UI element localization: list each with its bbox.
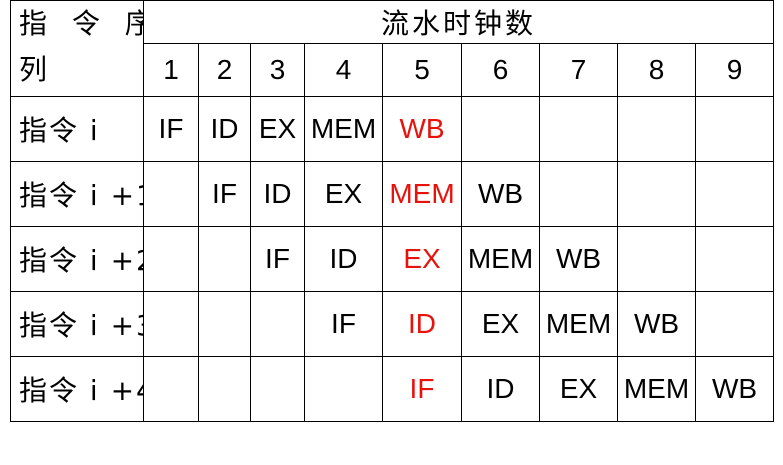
table-row: 指令 i IF ID EX MEM WB bbox=[10, 96, 775, 162]
stage-cell bbox=[694, 226, 775, 292]
stage-cell: WB bbox=[539, 226, 618, 292]
table-row: 指令 i +4 IF ID EX MEM WB bbox=[10, 356, 775, 422]
stage-cell: WB bbox=[461, 161, 540, 227]
stage-cell bbox=[617, 96, 696, 162]
stage-cell: WB bbox=[694, 356, 775, 422]
stage-cell: EX bbox=[304, 161, 383, 227]
instruction-label: 指令 i +3 bbox=[10, 291, 144, 357]
cycle-header-4: 4 bbox=[304, 43, 383, 97]
stage-cell: IF bbox=[304, 291, 383, 357]
corner-line-2: 列 bbox=[19, 53, 56, 86]
stage-cell: IF bbox=[250, 226, 305, 292]
stage-cell bbox=[198, 291, 251, 357]
instruction-label: 指令 i bbox=[10, 96, 144, 162]
stage-cell bbox=[694, 96, 775, 162]
stage-cell bbox=[250, 291, 305, 357]
cycle-header-5: 5 bbox=[382, 43, 462, 97]
table-row: 指令 i +1 IF ID EX MEM WB bbox=[10, 161, 775, 227]
table-row: 指令 i +2 IF ID EX MEM WB bbox=[10, 226, 775, 292]
stage-cell: ID bbox=[461, 356, 540, 422]
stage-cell: IF bbox=[382, 356, 462, 422]
stage-cell: IF bbox=[198, 161, 251, 227]
instruction-label: 指令 i +1 bbox=[10, 161, 144, 227]
cycle-header-8: 8 bbox=[617, 43, 696, 97]
table-row: 指令 i +3 IF ID EX MEM WB bbox=[10, 291, 775, 357]
stage-cell: MEM bbox=[539, 291, 618, 357]
stage-cell bbox=[539, 161, 618, 227]
stage-cell: ID bbox=[304, 226, 383, 292]
clock-cycles-header: 流水时钟数 bbox=[142, 0, 775, 44]
stage-cell bbox=[617, 226, 696, 292]
stage-cell bbox=[143, 291, 199, 357]
stage-cell bbox=[617, 161, 696, 227]
stage-cell bbox=[461, 96, 540, 162]
stage-cell: EX bbox=[461, 291, 540, 357]
cycle-header-7: 7 bbox=[539, 43, 618, 97]
cycle-header-1: 1 bbox=[143, 43, 199, 97]
cycle-header-9: 9 bbox=[694, 43, 775, 97]
stage-cell bbox=[143, 226, 199, 292]
cycle-header-3: 3 bbox=[250, 43, 305, 97]
stage-cell: MEM bbox=[382, 161, 462, 227]
stage-cell bbox=[250, 356, 305, 422]
stage-cell bbox=[198, 226, 251, 292]
stage-cell bbox=[694, 161, 775, 227]
stage-cell: WB bbox=[617, 291, 696, 357]
instruction-label: 指令 i +2 bbox=[10, 226, 144, 292]
cycle-header-6: 6 bbox=[461, 43, 540, 97]
corner-header: 指 令 序列 bbox=[10, 0, 144, 97]
stage-cell bbox=[198, 356, 251, 422]
stage-cell: EX bbox=[539, 356, 618, 422]
stage-cell: ID bbox=[382, 291, 462, 357]
stage-cell bbox=[143, 161, 199, 227]
stage-cell: EX bbox=[382, 226, 462, 292]
stage-cell: EX bbox=[250, 96, 305, 162]
stage-cell bbox=[143, 356, 199, 422]
stage-cell: MEM bbox=[461, 226, 540, 292]
pipeline-table: 指 令 序列 流水时钟数 123456789 指令 iIFIDEXMEMWB指令… bbox=[10, 0, 775, 422]
corner-line-1: 指 令 序 bbox=[19, 7, 143, 40]
instruction-label: 指令 i +4 bbox=[10, 356, 144, 422]
stage-cell: ID bbox=[250, 161, 305, 227]
stage-cell bbox=[539, 96, 618, 162]
stage-cell: IF bbox=[143, 96, 199, 162]
stage-cell bbox=[694, 291, 775, 357]
cycle-header-2: 2 bbox=[198, 43, 251, 97]
stage-cell: MEM bbox=[617, 356, 696, 422]
stage-cell bbox=[304, 356, 383, 422]
stage-cell: MEM bbox=[304, 96, 383, 162]
stage-cell: WB bbox=[382, 96, 462, 162]
stage-cell: ID bbox=[198, 96, 251, 162]
